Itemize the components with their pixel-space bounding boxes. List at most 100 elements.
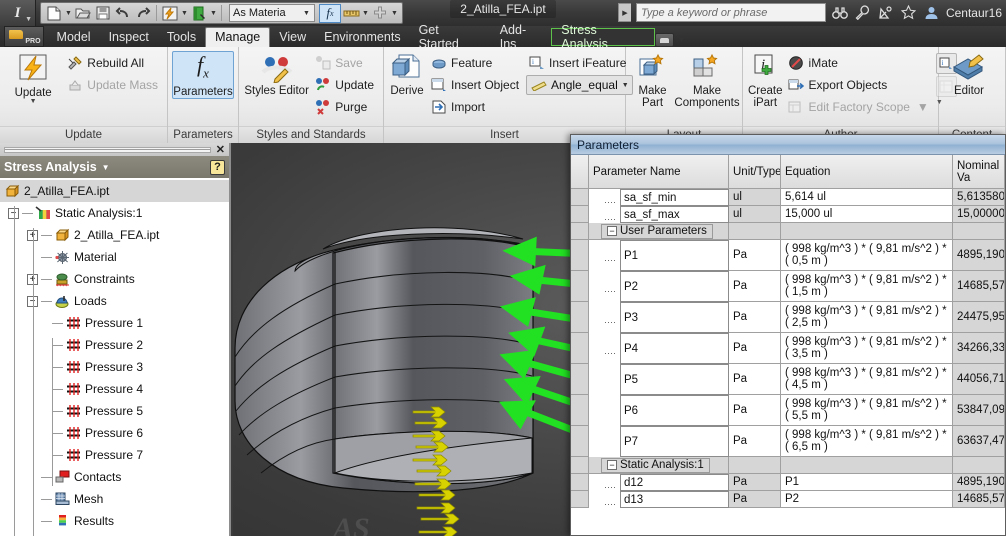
insert-ifeature-button[interactable]: i Insert iFeature: [526, 53, 633, 73]
table-row[interactable]: d12 Pa P1 4895,1900: [571, 474, 1005, 491]
fx-parameters-icon[interactable]: fx: [319, 3, 341, 23]
row-select-cell[interactable]: [571, 474, 589, 491]
table-row[interactable]: P3 Pa ( 998 kg/m^3 ) * ( 9,81 m/s^2 ) * …: [571, 302, 1005, 333]
parameters-dialog[interactable]: Parameters Parameter Name Unit/Type Equa…: [570, 134, 1006, 536]
tree-node-material[interactable]: Material: [0, 246, 229, 268]
table-row[interactable]: sa_sf_min ul 5,614 ul 5,613580: [571, 189, 1005, 206]
tree-node-pressure-7[interactable]: Pressure 7: [0, 444, 229, 466]
make-components-button[interactable]: Make Components: [674, 51, 740, 109]
wrench-icon[interactable]: [854, 4, 872, 22]
tree-node-pressure-5[interactable]: Pressure 5: [0, 400, 229, 422]
tree-node-pressure-3[interactable]: Pressure 3: [0, 356, 229, 378]
parameters-table[interactable]: Parameter Name Unit/Type Equation Nomina…: [571, 155, 1005, 535]
feature-button[interactable]: Feature: [428, 53, 523, 73]
tree-node-static-analysis[interactable]: − Static Analysis:1: [0, 202, 229, 224]
param-unit-cell[interactable]: Pa: [729, 364, 781, 395]
search-input[interactable]: Type a keyword or phrase: [635, 3, 826, 22]
content-editor-button[interactable]: Editor: [944, 51, 994, 97]
row-select-cell[interactable]: [571, 223, 589, 240]
chevron-down-icon[interactable]: ▼: [677, 37, 686, 44]
header-equation[interactable]: Equation: [781, 155, 953, 189]
user-account-icon[interactable]: [923, 4, 941, 22]
application-menu-button[interactable]: I ▼: [0, 0, 36, 26]
param-equation-cell[interactable]: ( 998 kg/m^3 ) * ( 9,81 m/s^2 ) * ( 3,5 …: [781, 333, 953, 364]
lightning-update-icon[interactable]: [160, 4, 180, 22]
insert-object-button[interactable]: Insert Object: [428, 75, 523, 95]
param-name-cell[interactable]: P5: [620, 364, 729, 395]
tab-stress-analysis[interactable]: Stress Analysis: [551, 23, 655, 51]
param-unit-cell[interactable]: Pa: [729, 302, 781, 333]
table-row[interactable]: P7 Pa ( 998 kg/m^3 ) * ( 9,81 m/s^2 ) * …: [571, 426, 1005, 457]
param-equation-cell[interactable]: 5,614 ul: [781, 189, 953, 206]
tree-node-pressure-2[interactable]: Pressure 2: [0, 334, 229, 356]
group-header-box[interactable]: − User Parameters: [601, 223, 713, 239]
tab-manage[interactable]: Manage: [205, 27, 271, 47]
table-row[interactable]: P6 Pa ( 998 kg/m^3 ) * ( 9,81 m/s^2 ) * …: [571, 395, 1005, 426]
ribbon-display-icon[interactable]: [655, 33, 674, 47]
username-label[interactable]: Centaur16: [946, 6, 1002, 20]
browser-drag-handle[interactable]: ✕: [0, 143, 229, 156]
header-parameter-name[interactable]: Parameter Name: [589, 155, 729, 189]
chevron-down-icon[interactable]: ▼: [25, 16, 32, 23]
table-row[interactable]: P2 Pa ( 998 kg/m^3 ) * ( 9,81 m/s^2 ) * …: [571, 271, 1005, 302]
export-objects-button[interactable]: Export Objects: [786, 75, 933, 95]
tree-node-part[interactable]: + 2_Atilla_FEA.ipt: [0, 224, 229, 246]
chevron-down-icon[interactable]: ▼: [390, 10, 399, 17]
redo-arrow-icon[interactable]: [133, 4, 153, 22]
tree-node-contacts[interactable]: Contacts: [0, 466, 229, 488]
param-name-cell[interactable]: d13: [620, 491, 729, 508]
param-name-cell[interactable]: P3: [620, 302, 729, 333]
tree-node-root[interactable]: 2_Atilla_FEA.ipt: [0, 180, 229, 202]
param-unit-cell[interactable]: Pa: [729, 240, 781, 271]
tree-node-pressure-4[interactable]: Pressure 4: [0, 378, 229, 400]
chevron-down-icon[interactable]: ▼: [180, 10, 189, 17]
update-button[interactable]: Update ▼: [5, 51, 61, 105]
new-document-icon[interactable]: [44, 4, 64, 22]
chevron-down-icon[interactable]: ▼: [64, 10, 73, 17]
row-select-cell[interactable]: [571, 364, 589, 395]
search-dropdown-icon[interactable]: ▶: [617, 3, 631, 22]
make-part-button[interactable]: Make Part: [631, 51, 674, 109]
table-group-row[interactable]: − Static Analysis:1: [571, 457, 1005, 474]
table-row[interactable]: P1 Pa ( 998 kg/m^3 ) * ( 9,81 m/s^2 ) * …: [571, 240, 1005, 271]
param-name-cell[interactable]: sa_sf_min: [620, 189, 729, 206]
row-select-cell[interactable]: [571, 457, 589, 474]
param-unit-cell[interactable]: Pa: [729, 395, 781, 426]
param-equation-cell[interactable]: ( 998 kg/m^3 ) * ( 9,81 m/s^2 ) * ( 2,5 …: [781, 302, 953, 333]
param-equation-cell[interactable]: ( 998 kg/m^3 ) * ( 9,81 m/s^2 ) * ( 4,5 …: [781, 364, 953, 395]
derive-button[interactable]: Derive: [389, 51, 425, 97]
style-purge-button[interactable]: Purge: [312, 97, 378, 117]
table-row[interactable]: sa_sf_max ul 15,000 ul 15,000000: [571, 206, 1005, 223]
param-equation-cell[interactable]: ( 998 kg/m^3 ) * ( 9,81 m/s^2 ) * ( 5,5 …: [781, 395, 953, 426]
rebuild-all-button[interactable]: Rebuild All: [64, 53, 162, 73]
param-unit-cell[interactable]: ul: [729, 206, 781, 223]
chevron-down-icon[interactable]: ▼: [209, 10, 218, 17]
import-button[interactable]: Import: [428, 97, 523, 117]
binoculars-icon[interactable]: [831, 4, 849, 22]
parameters-button[interactable]: fx Parameters: [172, 51, 234, 100]
param-name-cell[interactable]: P2: [620, 271, 729, 302]
row-select-cell[interactable]: [571, 240, 589, 271]
param-name-cell[interactable]: P4: [620, 333, 729, 364]
param-equation-cell[interactable]: P1: [781, 474, 953, 491]
collapse-icon[interactable]: −: [607, 460, 617, 470]
param-name-cell[interactable]: d12: [620, 474, 729, 491]
param-name-cell[interactable]: P7: [620, 426, 729, 457]
row-select-cell[interactable]: [571, 271, 589, 302]
row-select-cell[interactable]: [571, 206, 589, 223]
param-equation-cell[interactable]: ( 998 kg/m^3 ) * ( 9,81 m/s^2 ) * ( 1,5 …: [781, 271, 953, 302]
satellite-dish-icon[interactable]: [877, 4, 895, 22]
tree-node-pressure-1[interactable]: Pressure 1: [0, 312, 229, 334]
angle-equal-select[interactable]: Angle_equal ▼: [526, 75, 633, 95]
styles-editor-button[interactable]: Styles Editor: [244, 51, 309, 97]
tree-node-pressure-6[interactable]: Pressure 6: [0, 422, 229, 444]
row-select-cell[interactable]: [571, 302, 589, 333]
param-name-cell[interactable]: P1: [620, 240, 729, 271]
chevron-down-icon[interactable]: ▼: [302, 10, 311, 17]
chevron-down-icon[interactable]: ▼: [361, 10, 370, 17]
tab-view[interactable]: View: [270, 28, 315, 47]
chevron-down-icon[interactable]: ▼: [917, 100, 929, 114]
tab-add-ins[interactable]: Add-Ins: [491, 23, 552, 51]
header-unit-type[interactable]: Unit/Type: [729, 155, 781, 189]
tab-model[interactable]: Model: [48, 28, 100, 47]
